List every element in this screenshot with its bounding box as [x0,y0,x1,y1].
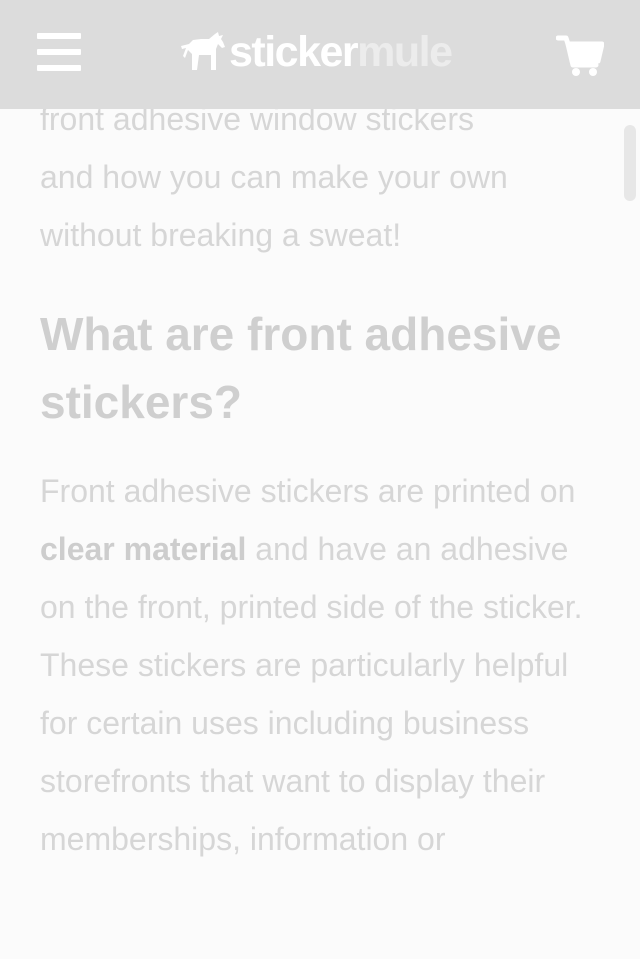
logo-text-sticker: sticker [229,28,359,76]
intro-paragraph: front adhesive window stickers and how y… [40,90,600,264]
scrollbar[interactable] [624,125,636,201]
body-bold-text: clear material [40,531,247,567]
logo-text-mule: mule [357,28,453,76]
body-text-start: Front adhesive stickers are printed on [40,473,576,509]
shopping-cart-icon[interactable] [555,34,605,78]
body-text-end: and have an adhesive on the front, print… [40,531,583,857]
hamburger-menu-icon[interactable] [37,33,81,73]
body-paragraph: Front adhesive stickers are printed on c… [40,462,600,868]
page: front adhesive window stickers and how y… [0,0,640,959]
top-header: stickermule [0,0,640,109]
intro-line: without breaking a sweat! [40,217,402,253]
sticker-mule-logo[interactable]: stickermule [179,27,453,77]
section-heading: What are front adhesive stickers? [40,308,562,428]
mule-logo-icon [181,32,225,70]
article-content: front adhesive window stickers and how y… [40,90,600,868]
intro-line: and how you can make your own [40,159,508,195]
